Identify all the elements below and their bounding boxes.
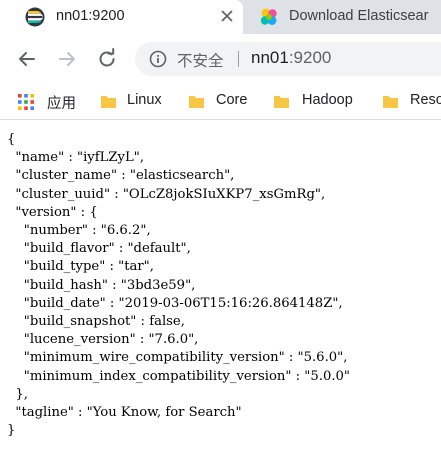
folder-icon [383,96,398,108]
bookmark-label: Hadoop [302,92,353,108]
url-port: :9200 [288,48,332,67]
json-line: "build_type" : "tar", [7,259,154,275]
info-icon[interactable] [149,50,167,68]
bookmark-apps[interactable]: 应用 [16,84,84,119]
bookmark-label: Linux [127,92,162,108]
json-line: "lucene_version" : "7.6.0", [7,332,199,348]
json-line: "name" : "iyfLZyL", [7,150,145,166]
bookmark-reso[interactable]: Reso [382,84,441,119]
json-line: "build_hash" : "3bd3e59", [7,277,196,293]
url-host: nn01 [251,48,289,67]
tab-nn01[interactable]: nn01:9200 [0,0,243,34]
forward-arrow-icon[interactable] [55,47,79,71]
back-arrow-icon[interactable] [15,47,39,71]
folder-icon [189,96,204,108]
json-line: "build_flavor" : "default", [7,241,191,257]
json-response: { "name" : "iyfLZyL", "cluster_name" : "… [7,131,350,440]
json-line: "tagline" : "You Know, for Search" [7,405,242,421]
json-line: "cluster_uuid" : "OLcZ8jokSIuXKP7_xsGmRg… [7,186,326,202]
json-line: } [7,423,16,439]
url-text[interactable]: nn01:9200 [251,48,331,68]
bookmarks-bar: 应用 Linux Core Hadoop Reso [0,84,441,120]
tab-download-elasticsearch[interactable]: Download Elasticsear [249,0,441,34]
json-line: "build_date" : "2019-03-06T15:16:26.8641… [7,295,343,311]
json-line: "minimum_wire_compatibility_version" : "… [7,350,348,366]
folder-icon [101,96,116,108]
address-bar[interactable]: 不安全 nn01:9200 [135,42,441,76]
bookmark-core[interactable]: Core [188,84,268,119]
bookmark-linux[interactable]: Linux [100,84,180,119]
security-status: 不安全 [177,52,224,70]
bookmark-label: Reso [410,92,441,108]
json-line: "cluster_name" : "elasticsearch", [7,168,235,184]
bookmark-label: 应用 [47,96,76,112]
elasticsearch-favicon-icon [25,7,45,27]
folder-icon [274,96,289,108]
reload-icon[interactable] [95,47,119,71]
close-tab-icon[interactable] [216,5,238,27]
json-line: "version" : { [7,204,98,220]
tab-title: nn01:9200 [56,8,125,24]
json-line: { [7,132,16,147]
divider [238,51,239,67]
browser-toolbar: 不安全 nn01:9200 [0,34,441,84]
apps-grid-icon [18,94,34,110]
tab-strip: nn01:9200 Download Elasticsear [0,0,441,34]
bookmark-label: Core [216,92,248,108]
bookmark-hadoop[interactable]: Hadoop [273,84,368,119]
tab-title: Download Elasticsear [289,8,429,24]
json-line: "build_snapshot" : false, [7,314,185,330]
elastic-logo-icon [260,8,277,25]
json-line: "number" : "6.6.2", [7,223,151,239]
json-line: "minimum_index_compatibility_version" : … [7,368,350,384]
json-line: }, [7,386,28,402]
